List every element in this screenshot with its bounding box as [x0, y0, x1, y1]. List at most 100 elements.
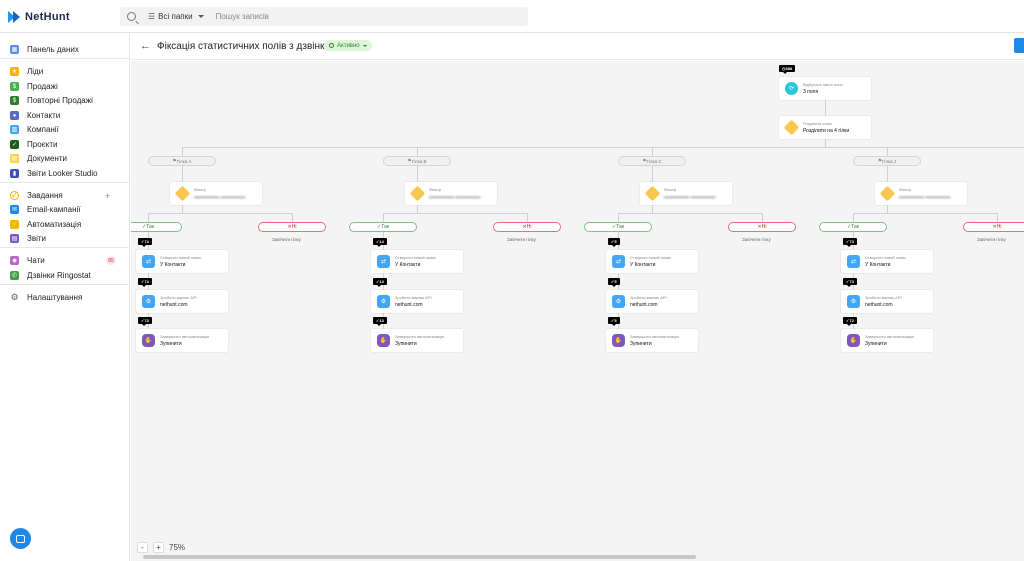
- api-call-node[interactable]: ⚙ Зробити виклик API nethunt.com: [371, 290, 463, 313]
- search-bar[interactable]: ☰ Всі папки Пошук записів: [120, 7, 528, 26]
- check-circle-icon: ✓: [10, 190, 19, 200]
- zoom-in-button[interactable]: +: [153, 541, 164, 553]
- phone-icon: ✆: [10, 271, 19, 280]
- no-label: Ні: [291, 224, 297, 230]
- create-record-node[interactable]: ⇄ Створити новий запис У Контакти: [371, 250, 463, 273]
- counter-value: 72: [849, 318, 854, 323]
- node-label: Зробити виклик API: [630, 295, 667, 300]
- sidebar-item-5[interactable]: ● Контакти: [0, 109, 130, 122]
- branch-label-3[interactable]: ⚑ Гілка C: [618, 156, 686, 166]
- support-chat-button[interactable]: [10, 528, 31, 549]
- end-branch-text: Завічити гілку: [507, 237, 536, 242]
- stop-automation-icon: ✋: [847, 334, 860, 347]
- create-record-node[interactable]: ⇄ Створити новий запис У Контакти: [606, 250, 698, 273]
- execution-counter: ✓ 13: [373, 278, 387, 287]
- stop-automation-node[interactable]: ✋ Завершити автоматизацію Зупинити: [841, 329, 933, 352]
- no-branch-pill[interactable]: ✕ Ні: [728, 222, 796, 232]
- workflow-canvas[interactable]: ⟳ Відбулась зміна поля 3 поля ◷ 388 Розділит…: [131, 61, 1024, 561]
- sidebar-item-label: Ліди: [27, 67, 44, 76]
- sidebar-item-11[interactable]: ✉ Email-кампанії: [0, 203, 130, 216]
- yes-branch-pill[interactable]: ✓ Так: [131, 222, 182, 232]
- sidebar-item-3[interactable]: $ Продажі: [0, 80, 130, 93]
- no-branch-pill[interactable]: ✕ Ні: [963, 222, 1024, 232]
- yes-branch-pill[interactable]: ✓ Так: [819, 222, 887, 232]
- connector-line: [417, 166, 418, 182]
- sidebar-item-label: Проєкти: [27, 140, 58, 149]
- sidebar-item-label: Компанії: [27, 125, 59, 134]
- connector-line: [383, 213, 527, 214]
- save-button[interactable]: [1014, 38, 1024, 53]
- trigger-node[interactable]: ⟳ Відбулась зміна поля 3 поля: [779, 77, 871, 100]
- horizontal-scrollbar[interactable]: [143, 555, 696, 559]
- filter-node[interactable]: Фільтр ▬▬▬▬▬ ▬▬▬▬▬: [875, 182, 967, 205]
- counter-value: 73: [144, 318, 149, 323]
- no-branch-pill[interactable]: ✕ Ні: [493, 222, 561, 232]
- branch-label-2[interactable]: ⚑ Гілка B: [383, 156, 451, 166]
- zoom-out-button[interactable]: -: [137, 541, 148, 553]
- sidebar-divider: [0, 284, 130, 285]
- api-call-node[interactable]: ⚙ Зробити виклик API nethunt.com: [841, 290, 933, 313]
- api-call-node[interactable]: ⚙ Зробити виклик API nethunt.com: [136, 290, 228, 313]
- no-branch-pill[interactable]: ✕ Ні: [258, 222, 326, 232]
- lightning-icon: ⚡: [10, 220, 19, 229]
- create-record-icon: ⇄: [847, 255, 860, 268]
- sidebar-item-16[interactable]: ⚙ Налаштування: [0, 291, 130, 304]
- branch-name: Гілка B: [411, 158, 427, 164]
- folder-selector[interactable]: ☰ Всі папки: [148, 12, 204, 21]
- node-label: Фільтр: [899, 187, 912, 192]
- sidebar-item-14[interactable]: ◆ Чати 85: [0, 254, 130, 267]
- yes-branch-pill[interactable]: ✓ Так: [349, 222, 417, 232]
- node-label: Зробити виклик API: [865, 295, 902, 300]
- sidebar-item-1[interactable]: ▦ Панель даних: [0, 43, 130, 56]
- branch-label-4[interactable]: ⚑ Гілка J: [853, 156, 921, 166]
- filter-node[interactable]: Фільтр ▬▬▬▬▬ ▬▬▬▬▬: [170, 182, 262, 205]
- node-label: Створити новий запис: [395, 255, 437, 260]
- sidebar-item-9[interactable]: ▮ Звіти Looker Studio: [0, 167, 130, 180]
- create-record-icon: ⇄: [377, 255, 390, 268]
- execution-counter: ✓ 13: [373, 317, 387, 326]
- stop-automation-icon: ✋: [612, 334, 625, 347]
- sidebar-item-label: Контакти: [27, 111, 61, 120]
- chat-icon: ◆: [10, 256, 19, 265]
- sidebar-item-7[interactable]: ✓ Проєкти: [0, 138, 130, 151]
- sidebar-item-10[interactable]: ✓ Завдання +: [0, 189, 130, 202]
- filter-node[interactable]: Фільтр ▬▬▬▬▬ ▬▬▬▬▬: [640, 182, 732, 205]
- folder-selector-label: Всі папки: [158, 12, 193, 21]
- report-icon: ▤: [10, 234, 19, 243]
- create-record-node[interactable]: ⇄ Створити новий запис У Контакти: [841, 250, 933, 273]
- sidebar-item-8[interactable]: ▤ Документи: [0, 152, 130, 165]
- create-record-node[interactable]: ⇄ Створити новий запис У Контакти: [136, 250, 228, 273]
- app-logo[interactable]: NetHunt: [8, 9, 70, 25]
- workflow-header: ← Фіксація статистичних полів з дзвінка …: [131, 33, 1024, 60]
- sidebar-item-2[interactable]: ★ Ліди: [0, 65, 130, 78]
- search-icon: [127, 12, 136, 21]
- sidebar-item-15[interactable]: ✆ Дзвінки Ringostat: [0, 269, 130, 282]
- counter-value: 5: [614, 318, 617, 323]
- branch-label-1[interactable]: ⚑ Гілка A: [148, 156, 216, 166]
- split-path-node[interactable]: Розділити шлях Розділити на 4 гілки: [779, 116, 871, 139]
- sidebar-item-4[interactable]: $ Повторні Продажі: [0, 94, 130, 107]
- node-value: 3 поля: [803, 89, 819, 95]
- sidebar-item-6[interactable]: ▥ Компанії: [0, 123, 130, 136]
- stop-automation-node[interactable]: ✋ Завершити автоматизацію Зупинити: [606, 329, 698, 352]
- filter-icon: [644, 185, 661, 202]
- connector-line: [618, 213, 762, 214]
- status-badge[interactable]: Активно: [324, 40, 372, 51]
- search-input[interactable]: Пошук записів: [216, 12, 269, 21]
- stop-automation-node[interactable]: ✋ Завершити автоматизацію Зупинити: [371, 329, 463, 352]
- node-label: Зробити виклик API: [160, 295, 197, 300]
- api-call-node[interactable]: ⚙ Зробити виклик API nethunt.com: [606, 290, 698, 313]
- yes-branch-pill[interactable]: ✓ Так: [584, 222, 652, 232]
- sidebar-item-12[interactable]: ⚡ Автоматизація: [0, 218, 130, 231]
- back-arrow-icon[interactable]: ←: [140, 40, 151, 52]
- node-label: Завершити автоматизацію: [395, 334, 445, 339]
- sidebar-item-13[interactable]: ▤ Звіти: [0, 232, 130, 245]
- connector-line: [182, 147, 183, 156]
- add-task-icon[interactable]: +: [105, 191, 110, 201]
- sidebar-divider: [0, 182, 130, 183]
- sidebar-item-label: Налаштування: [27, 293, 83, 302]
- filter-node[interactable]: Фільтр ▬▬▬▬▬ ▬▬▬▬▬: [405, 182, 497, 205]
- stop-automation-icon: ✋: [142, 334, 155, 347]
- split-path-icon: [783, 119, 800, 136]
- stop-automation-node[interactable]: ✋ Завершити автоматизацію Зупинити: [136, 329, 228, 352]
